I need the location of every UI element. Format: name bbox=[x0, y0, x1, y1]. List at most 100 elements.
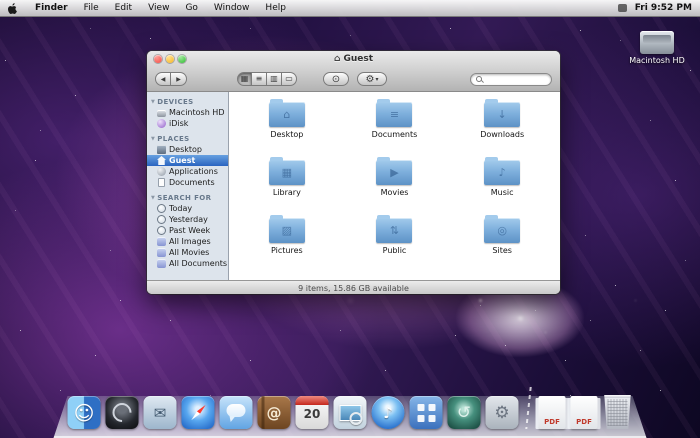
folder-emblem-icon: ⇅ bbox=[376, 218, 412, 243]
dock-icon-safari[interactable] bbox=[182, 396, 215, 429]
menu-finder[interactable]: Finder bbox=[27, 0, 76, 16]
disclosure-triangle-icon[interactable]: ▼ bbox=[151, 195, 155, 201]
window-title: ⌂Guest bbox=[147, 51, 560, 67]
sidebar-item-documents[interactable]: Documents bbox=[147, 177, 228, 188]
close-button[interactable] bbox=[154, 55, 162, 63]
app-icon bbox=[157, 167, 166, 176]
folder-documents[interactable]: ≡Documents bbox=[341, 102, 449, 160]
sidebar-header-label: DEVICES bbox=[157, 98, 193, 106]
folder-emblem-icon: ▦ bbox=[269, 160, 305, 185]
sidebar-item-desktop[interactable]: Desktop bbox=[147, 144, 228, 155]
folder-emblem-icon: ▨ bbox=[269, 218, 305, 243]
view-icon-button[interactable] bbox=[237, 72, 252, 86]
dock-icon-timemachine[interactable] bbox=[448, 396, 481, 429]
dock-icon-addressbook[interactable] bbox=[258, 396, 291, 429]
folder-desktop[interactable]: ⌂Desktop bbox=[233, 102, 341, 160]
folder-emblem-icon: ♪ bbox=[484, 160, 520, 185]
folder-label: Music bbox=[491, 188, 514, 197]
menu-view[interactable]: View bbox=[140, 0, 177, 16]
menu-go[interactable]: Go bbox=[177, 0, 205, 16]
desktop-volume-macintosh-hd[interactable]: Macintosh HD bbox=[624, 31, 690, 65]
view-coverflow-button[interactable] bbox=[282, 72, 297, 86]
dock-icon-ical[interactable]: 20 bbox=[296, 396, 329, 429]
menu-status-icon[interactable] bbox=[618, 4, 627, 12]
hard-drive-icon bbox=[640, 31, 674, 54]
dock-icon-sysprefs[interactable] bbox=[486, 396, 519, 429]
dock-icon-mail[interactable] bbox=[144, 396, 177, 429]
sidebar-item-idisk[interactable]: iDisk bbox=[147, 118, 228, 129]
clock-icon bbox=[157, 215, 166, 224]
menu-file[interactable]: File bbox=[76, 0, 107, 16]
dock-icon-finder[interactable] bbox=[68, 396, 101, 429]
folder-label: Library bbox=[273, 188, 301, 197]
sidebar-item-all-movies[interactable]: All Movies bbox=[147, 247, 228, 258]
sidebar-item-today[interactable]: Today bbox=[147, 203, 228, 214]
finder-window: ⌂Guest ◀ ▶ ▼DEVICESMacintosh HDiDisk▼PLA… bbox=[147, 51, 560, 294]
folder-label: Pictures bbox=[271, 246, 303, 255]
dock-icon-preview[interactable] bbox=[334, 396, 367, 429]
dock-icon-spaces[interactable] bbox=[410, 396, 443, 429]
sidebar-header-search-for[interactable]: ▼SEARCH FOR bbox=[147, 193, 228, 203]
folder-music[interactable]: ♪ Music bbox=[448, 160, 556, 218]
sidebar-section-search-for: ▼SEARCH FORTodayYesterdayPast WeekAll Im… bbox=[147, 193, 228, 269]
folder-movies[interactable]: ▶Movies bbox=[341, 160, 449, 218]
smart-folder-icon bbox=[157, 259, 166, 268]
sidebar-item-label: Yesterday bbox=[169, 215, 208, 224]
sidebar-item-yesterday[interactable]: Yesterday bbox=[147, 214, 228, 225]
dock-icon-dashboard[interactable] bbox=[106, 396, 139, 429]
sidebar-item-guest[interactable]: Guest bbox=[147, 155, 228, 166]
view-column-button[interactable] bbox=[267, 72, 282, 86]
sidebar-item-past-week[interactable]: Past Week bbox=[147, 225, 228, 236]
zoom-button[interactable] bbox=[178, 55, 186, 63]
sidebar-item-macintosh-hd[interactable]: Macintosh HD bbox=[147, 107, 228, 118]
desktop-icon bbox=[157, 145, 166, 154]
sidebar-header-devices[interactable]: ▼DEVICES bbox=[147, 97, 228, 107]
menu-window[interactable]: Window bbox=[206, 0, 258, 16]
minimize-button[interactable] bbox=[166, 55, 174, 63]
idisk-icon bbox=[157, 119, 166, 128]
folder-emblem-icon: ↓ bbox=[484, 102, 520, 127]
pdf-badge-label: PDF bbox=[544, 418, 560, 426]
view-list-button[interactable] bbox=[252, 72, 267, 86]
sidebar-item-all-images[interactable]: All Images bbox=[147, 236, 228, 247]
sidebar-item-label: Desktop bbox=[169, 145, 202, 154]
menu-items: FinderFileEditViewGoWindowHelp bbox=[27, 0, 294, 16]
sidebar-header-places[interactable]: ▼PLACES bbox=[147, 134, 228, 144]
menu-help[interactable]: Help bbox=[257, 0, 294, 16]
folder-downloads[interactable]: ↓Downloads bbox=[448, 102, 556, 160]
folder-pictures[interactable]: ▨ Pictures bbox=[233, 218, 341, 276]
action-menu-button[interactable] bbox=[357, 72, 387, 86]
window-body: ▼DEVICESMacintosh HDiDisk▼PLACESDesktopG… bbox=[147, 92, 560, 280]
folder-icon: ⇅ bbox=[376, 218, 412, 243]
dock-icon-trash[interactable] bbox=[603, 395, 633, 429]
search-field[interactable] bbox=[470, 73, 552, 86]
back-button[interactable]: ◀ bbox=[155, 72, 171, 86]
search-input[interactable] bbox=[485, 74, 546, 85]
folder-sites[interactable]: ◎Sites bbox=[448, 218, 556, 276]
apple-menu[interactable] bbox=[8, 3, 17, 14]
home-icon bbox=[157, 156, 166, 165]
forward-button[interactable]: ▶ bbox=[171, 72, 187, 86]
folder-label: Sites bbox=[492, 246, 512, 255]
status-bar: 9 items, 15.86 GB available bbox=[147, 280, 560, 294]
quick-look-button[interactable] bbox=[323, 72, 349, 86]
home-proxy-icon: ⌂ bbox=[334, 54, 340, 64]
window-titlebar[interactable]: ⌂Guest bbox=[147, 51, 560, 67]
sidebar-item-all-documents[interactable]: All Documents bbox=[147, 258, 228, 269]
dock-icon-stack-documents[interactable]: PDF bbox=[539, 396, 566, 429]
menu-bar: FinderFileEditViewGoWindowHelp Fri 9:52 … bbox=[0, 0, 700, 17]
menu-clock[interactable]: Fri 9:52 PM bbox=[635, 3, 692, 13]
sidebar-item-applications[interactable]: Applications bbox=[147, 166, 228, 177]
sidebar-item-label: Guest bbox=[169, 156, 195, 165]
folder-library[interactable]: ▦ Library bbox=[233, 160, 341, 218]
menu-edit[interactable]: Edit bbox=[107, 0, 140, 16]
disclosure-triangle-icon[interactable]: ▼ bbox=[151, 136, 155, 142]
dock-icon-stack-downloads[interactable]: PDF bbox=[571, 396, 598, 429]
disclosure-triangle-icon[interactable]: ▼ bbox=[151, 99, 155, 105]
dock-icon-itunes[interactable] bbox=[372, 396, 405, 429]
view-mode-segment bbox=[237, 72, 297, 86]
folder-public[interactable]: ⇅Public bbox=[341, 218, 449, 276]
dock-icon-ichat[interactable] bbox=[220, 396, 253, 429]
sidebar-header-label: SEARCH FOR bbox=[157, 194, 211, 202]
dock-separator bbox=[525, 387, 531, 429]
